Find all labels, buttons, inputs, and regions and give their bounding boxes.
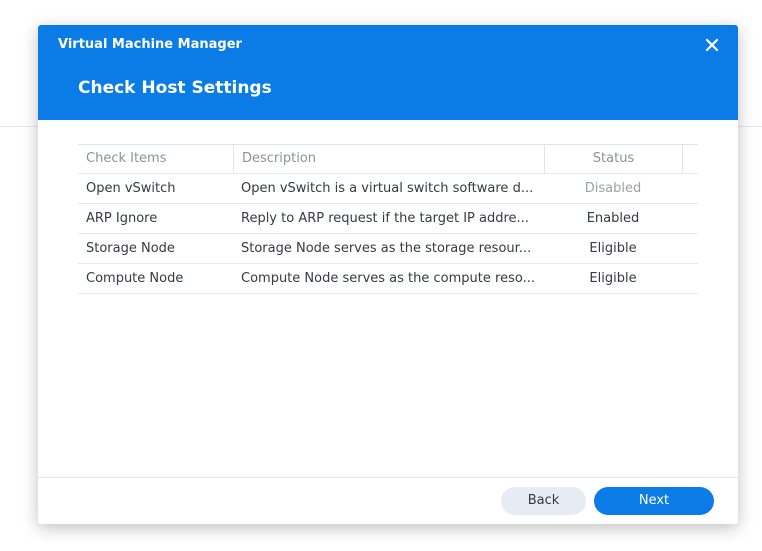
check-item-name: Compute Node	[86, 271, 184, 286]
check-item-description: Reply to ARP request if the target IP ad…	[241, 211, 529, 226]
check-item-status: Eligible	[589, 271, 637, 286]
check-item-status: Eligible	[589, 241, 637, 256]
check-item-name: Storage Node	[86, 241, 175, 256]
check-item-description: Storage Node serves as the storage resou…	[241, 241, 532, 256]
column-header-spacer	[682, 145, 698, 173]
table-header: Check Items Description Status	[78, 144, 698, 174]
check-item-description: Open vSwitch is a virtual switch softwar…	[241, 181, 534, 196]
table-row[interactable]: Storage Node Storage Node serves as the …	[78, 234, 698, 264]
check-host-settings-dialog: Virtual Machine Manager Check Host Setti…	[38, 25, 738, 524]
check-item-name: Open vSwitch	[86, 181, 176, 196]
close-icon	[705, 38, 719, 52]
column-header-description[interactable]: Description	[233, 145, 544, 173]
check-items-table: Check Items Description Status Open vSwi…	[78, 144, 698, 294]
table-row[interactable]: Compute Node Compute Node serves as the …	[78, 264, 698, 294]
check-item-status: Enabled	[586, 211, 640, 226]
check-item-status: Disabled	[584, 181, 642, 196]
column-header-check-items[interactable]: Check Items	[78, 145, 233, 173]
column-header-status[interactable]: Status	[544, 145, 682, 173]
dialog-footer: Back Next	[38, 477, 738, 524]
table-row[interactable]: ARP Ignore Reply to ARP request if the t…	[78, 204, 698, 234]
table-row[interactable]: Open vSwitch Open vSwitch is a virtual s…	[78, 174, 698, 204]
window-title: Virtual Machine Manager	[58, 37, 242, 52]
check-item-name: ARP Ignore	[86, 211, 158, 226]
next-button[interactable]: Next	[594, 487, 714, 515]
close-button[interactable]	[702, 35, 722, 55]
page-heading: Check Host Settings	[78, 78, 272, 98]
dialog-header: Virtual Machine Manager Check Host Setti…	[38, 25, 738, 120]
check-item-description: Compute Node serves as the compute reso.…	[241, 271, 535, 286]
back-button[interactable]: Back	[501, 487, 586, 515]
